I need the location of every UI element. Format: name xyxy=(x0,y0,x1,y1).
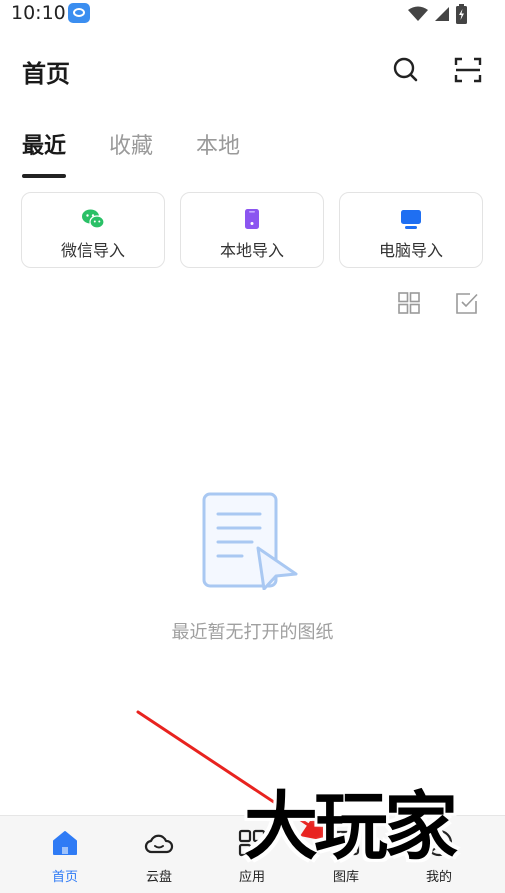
cellular-signal-icon xyxy=(435,7,449,21)
grid-view-button[interactable] xyxy=(397,291,421,315)
tab-local[interactable]: 本地 xyxy=(196,128,240,160)
wechat-import-button[interactable]: 微信导入 xyxy=(21,192,165,268)
status-bar: 10:10 xyxy=(0,0,505,26)
nav-label-cloud: 云盘 xyxy=(145,870,172,885)
cloud-icon xyxy=(144,834,174,854)
watermark-logo: 大玩家 xyxy=(244,784,458,870)
pc-import-label: 电脑导入 xyxy=(378,241,443,260)
grid-view-icon xyxy=(398,292,420,314)
home-icon xyxy=(53,831,77,855)
battery-charging-icon xyxy=(456,4,467,24)
tab-recent[interactable]: 最近 xyxy=(22,128,66,160)
local-import-button[interactable]: 本地导入 xyxy=(180,192,324,268)
multi-select-button[interactable] xyxy=(455,291,479,315)
document-pointer-icon xyxy=(202,492,298,590)
wechat-import-label: 微信导入 xyxy=(60,241,125,260)
local-import-label: 本地导入 xyxy=(219,241,284,260)
app-notification-icon xyxy=(68,3,90,23)
select-checkbox-icon xyxy=(456,293,478,314)
app-header: 首页 xyxy=(0,40,505,100)
search-button[interactable] xyxy=(390,54,422,86)
page-title: 首页 xyxy=(22,60,70,88)
tab-favorites[interactable]: 收藏 xyxy=(109,128,153,160)
nav-item-cloud[interactable]: 云盘 xyxy=(111,816,207,892)
pc-import-button[interactable]: 电脑导入 xyxy=(339,192,483,268)
empty-state-message: 最近暂无打开的图纸 xyxy=(171,622,334,643)
status-time: 10:10 xyxy=(11,2,66,24)
phone-icon xyxy=(245,209,259,229)
nav-label-home: 首页 xyxy=(51,870,78,885)
status-icons xyxy=(408,4,467,24)
wechat-icon xyxy=(82,209,105,229)
nav-item-home[interactable]: 首页 xyxy=(17,816,113,892)
file-tabs: 最近 收藏 本地 xyxy=(0,122,505,180)
scan-icon xyxy=(454,57,482,83)
active-tab-indicator xyxy=(22,174,66,178)
scan-button[interactable] xyxy=(452,54,484,86)
monitor-icon xyxy=(401,210,421,229)
wifi-icon xyxy=(408,6,428,21)
search-icon xyxy=(393,57,418,82)
